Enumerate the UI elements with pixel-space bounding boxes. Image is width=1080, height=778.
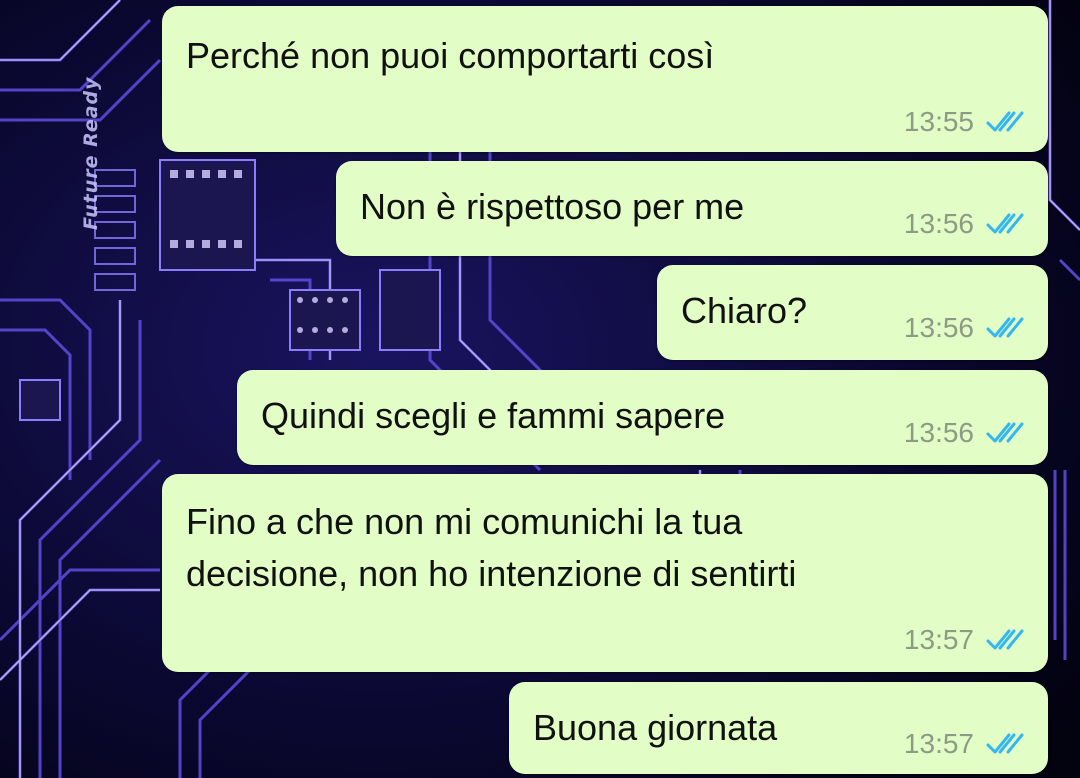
message-bubble[interactable]: Fino a che non mi comunichi la tua decis… [162,474,1048,672]
message-time: 13:56 [903,208,974,239]
message-text: Chiaro? [681,285,807,337]
chat-message-list[interactable]: Perché non puoi comportarti così 13:55 N… [0,0,1080,778]
message-line: decisione, non ho intenzione di sentirti [186,553,797,594]
message-bubble[interactable]: Non è rispettoso per me 13:56 [336,161,1048,256]
read-receipt-double-check-icon [986,733,1024,754]
message-time: 13:57 [903,624,974,655]
message-text: Fino a che non mi comunichi la tua decis… [186,496,796,600]
message-time: 13:56 [903,417,974,448]
message-line: Non è rispettoso per me [360,186,745,227]
read-receipt-double-check-icon [986,111,1024,132]
read-receipt-double-check-icon [986,629,1024,650]
message-time: 13:55 [903,106,974,137]
message-text: Buona giornata [533,702,777,754]
read-receipt-double-check-icon [986,317,1024,338]
message-line: Quindi scegli e fammi sapere [261,395,726,436]
message-bubble[interactable]: Perché non puoi comportarti così 13:55 [162,6,1048,152]
message-line: Fino a che non mi comunichi la tua [186,501,743,542]
message-bubble[interactable]: Quindi scegli e fammi sapere 13:56 [237,370,1048,465]
message-line: Buona giornata [533,707,778,748]
message-bubble[interactable]: Chiaro? 13:56 [657,265,1048,360]
message-time: 13:57 [903,728,974,759]
read-receipt-double-check-icon [986,422,1024,443]
message-bubble[interactable]: Buona giornata 13:57 [509,682,1048,774]
message-time: 13:56 [903,312,974,343]
message-text: Non è rispettoso per me [360,181,744,233]
message-text: Quindi scegli e fammi sapere [261,390,725,442]
message-text: Perché non puoi comportarti così [186,30,714,82]
message-line: Chiaro? [681,290,808,331]
message-line: Perché non puoi comportarti così [186,35,715,76]
read-receipt-double-check-icon [986,213,1024,234]
